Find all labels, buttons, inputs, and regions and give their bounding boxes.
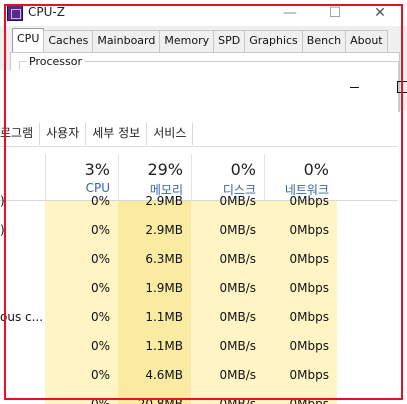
- process-cpu: 0%: [90, 368, 110, 382]
- tab-services[interactable]: 서비스: [147, 123, 194, 145]
- desktop: CPU-Z — ☐ ✕ CPU Caches Mainboard Memory …: [0, 0, 407, 404]
- process-cpu: 0%: [90, 223, 110, 237]
- process-memory: 4.6MB: [145, 368, 183, 382]
- process-disk: 0MB/s: [219, 368, 256, 382]
- table-row[interactable]: 0% 1.1MB 0MB/s 0Mbps: [0, 332, 398, 360]
- table-row[interactable]: 0% 20.8MB 0MB/s 0Mbps: [0, 390, 398, 404]
- process-network: 0Mbps: [289, 310, 329, 324]
- process-disk: 0MB/s: [219, 223, 256, 237]
- table-row[interactable]: ous c... 0% 1.1MB 0MB/s 0Mbps: [0, 303, 398, 331]
- process-memory: 2.9MB: [145, 223, 183, 237]
- process-cpu: 0%: [90, 310, 110, 324]
- table-row[interactable]: ) 0% 2.9MB 0MB/s 0Mbps: [0, 216, 398, 244]
- maximize-icon[interactable]: [392, 76, 407, 96]
- tab-memory[interactable]: Memory: [159, 30, 215, 52]
- process-memory: 20.8MB: [137, 397, 183, 404]
- process-network: 0Mbps: [289, 252, 329, 266]
- tab-about[interactable]: About: [345, 30, 388, 52]
- task-manager-tabs: 로그램 사용자 세부 정보 서비스: [0, 123, 194, 145]
- minimize-icon[interactable]: [344, 76, 364, 96]
- cpu-total-percent: 3%: [84, 160, 110, 179]
- tab-caches[interactable]: Caches: [43, 30, 94, 52]
- process-memory: 1.1MB: [145, 310, 183, 324]
- tab-users[interactable]: 사용자: [40, 123, 87, 145]
- process-name: ous c...: [0, 310, 44, 324]
- process-disk: 0MB/s: [219, 281, 256, 295]
- minimize-icon[interactable]: —: [276, 3, 304, 23]
- process-disk: 0MB/s: [219, 339, 256, 353]
- tab-mainboard[interactable]: Mainboard: [92, 30, 161, 52]
- task-manager-titlebar[interactable]: [0, 70, 407, 104]
- tab-cpu[interactable]: CPU: [12, 28, 45, 52]
- process-memory: 1.1MB: [145, 339, 183, 353]
- process-cpu: 0%: [90, 194, 110, 208]
- process-cpu: 0%: [90, 397, 110, 404]
- cpuz-app-icon: [7, 5, 23, 21]
- process-name: ): [0, 194, 5, 208]
- disk-total-percent: 0%: [230, 160, 256, 179]
- process-memory: 1.9MB: [145, 281, 183, 295]
- cpuz-titlebar[interactable]: CPU-Z — ☐ ✕: [0, 0, 407, 26]
- process-network: 0Mbps: [289, 339, 329, 353]
- process-network: 0Mbps: [289, 281, 329, 295]
- processor-group-label: Processor: [26, 55, 85, 68]
- close-icon[interactable]: ✕: [366, 3, 394, 23]
- table-row[interactable]: ) 0% 2.9MB 0MB/s 0Mbps: [0, 187, 398, 215]
- tab-bench[interactable]: Bench: [301, 30, 347, 52]
- table-row[interactable]: 0% 4.6MB 0MB/s 0Mbps: [0, 361, 398, 389]
- network-total-percent: 0%: [303, 160, 329, 179]
- cpuz-title: CPU-Z: [28, 5, 65, 19]
- memory-total-percent: 29%: [147, 160, 183, 179]
- tab-divider: [0, 146, 398, 147]
- process-cpu: 0%: [90, 252, 110, 266]
- process-network: 0Mbps: [289, 397, 329, 404]
- process-network: 0Mbps: [289, 368, 329, 382]
- table-row[interactable]: 0% 6.3MB 0MB/s 0Mbps: [0, 245, 398, 273]
- process-network: 0Mbps: [289, 223, 329, 237]
- process-memory: 6.3MB: [145, 252, 183, 266]
- process-disk: 0MB/s: [219, 310, 256, 324]
- process-disk: 0MB/s: [219, 252, 256, 266]
- tab-processes[interactable]: 로그램: [0, 123, 41, 145]
- process-network: 0Mbps: [289, 194, 329, 208]
- cpuz-tab-bar: CPU Caches Mainboard Memory SPD Graphics…: [12, 28, 388, 52]
- tab-graphics[interactable]: Graphics: [244, 30, 303, 52]
- process-disk: 0MB/s: [219, 194, 256, 208]
- task-manager-window: 로그램 사용자 세부 정보 서비스 3% CPU 29% 메모리 0% 디스크 …: [0, 70, 407, 404]
- tab-spd[interactable]: SPD: [213, 30, 246, 52]
- process-disk: 0MB/s: [219, 397, 256, 404]
- process-memory: 2.9MB: [145, 194, 183, 208]
- process-cpu: 0%: [90, 339, 110, 353]
- process-cpu: 0%: [90, 281, 110, 295]
- tab-details[interactable]: 세부 정보: [86, 123, 148, 145]
- table-row[interactable]: 0% 1.9MB 0MB/s 0Mbps: [0, 274, 398, 302]
- process-name: ): [0, 223, 5, 237]
- maximize-icon[interactable]: ☐: [321, 3, 349, 23]
